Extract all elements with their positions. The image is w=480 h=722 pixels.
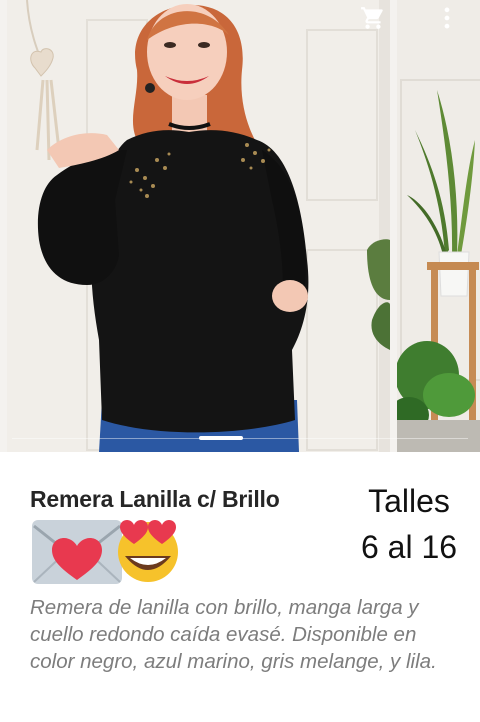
emoji-row [30,518,190,588]
gallery-scroll-indicator [0,436,480,442]
image-toolbar [0,0,480,40]
model-illustration [7,0,390,452]
product-photo-main[interactable] [7,0,390,452]
product-details: Remera Lanilla c/ Brillo Talles 6 al 16 … [0,452,480,722]
sizes-label: Talles 6 al 16 [346,478,472,570]
sizes-line-1: Talles [368,483,450,519]
cart-button[interactable] [358,4,388,32]
love-letter-emoji [32,520,122,584]
sizes-line-2: 6 al 16 [360,529,458,565]
cart-icon [361,7,383,29]
product-title: Remera Lanilla c/ Brillo [30,486,280,512]
more-vert-icon [444,7,450,29]
heart-eyes-emoji [118,520,178,582]
product-image-gallery[interactable] [0,0,480,452]
product-description: Remera de lanilla con brillo, manga larg… [30,596,437,673]
indicator-thumb [199,436,243,440]
product-photo-next[interactable] [397,0,480,452]
more-options-button[interactable] [432,4,462,32]
plant-illustration [397,0,480,452]
